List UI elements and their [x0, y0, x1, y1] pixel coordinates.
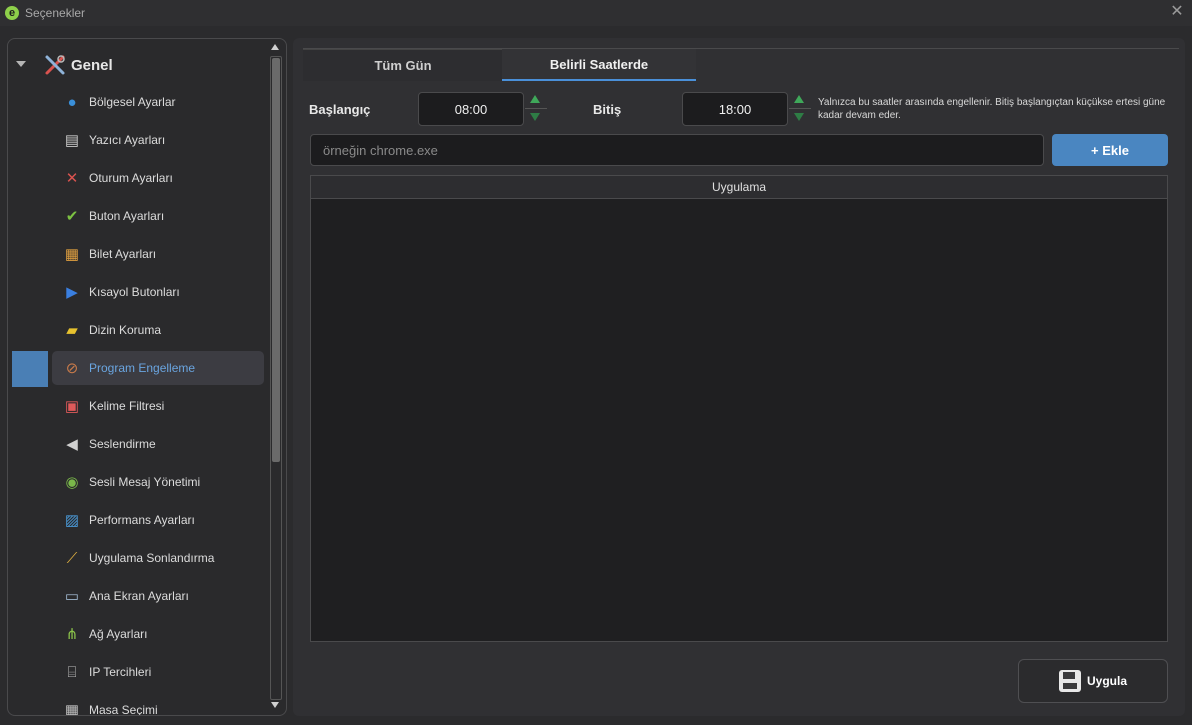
title-bar: e Seçenekler ✕ [0, 0, 1192, 26]
time-range-hint: Yalnızca bu saatler arasında engellenir.… [818, 97, 1166, 121]
scroll-down-arrow-icon[interactable] [271, 702, 279, 708]
monitor-icon: ▭ [64, 588, 80, 605]
spinner-divider [789, 108, 811, 109]
apply-button[interactable]: Uygula [1018, 659, 1168, 703]
sidebar-item-label: Dizin Koruma [89, 323, 162, 337]
sidebar-item-label: Seslendirme [89, 437, 156, 451]
sidebar-item-sesli-mesaj[interactable]: ◉ Sesli Mesaj Yönetimi [52, 465, 264, 499]
start-time-label: Başlangıç [309, 102, 371, 117]
table-header-uygulama[interactable]: Uygulama [311, 176, 1167, 199]
sidebar-item-buton-ayarlari[interactable]: ✔ Buton Ayarları [52, 199, 264, 233]
checkmark-icon: ✔ [65, 208, 79, 225]
add-button[interactable]: + Ekle [1052, 134, 1168, 166]
increment-arrow-icon[interactable] [794, 95, 804, 103]
end-time-spinner[interactable] [789, 92, 811, 126]
sidebar-item-masa[interactable]: ▦ Masa Seçimi [52, 693, 264, 716]
window-title: Seçenekler [25, 6, 86, 20]
application-table: Uygulama [310, 175, 1168, 642]
sidebar-item-program-engelleme[interactable]: ⊘ Program Engelleme [52, 351, 264, 385]
filter-icon: ▣ [64, 398, 80, 415]
increment-arrow-icon[interactable] [530, 95, 540, 103]
tab-belirli-saatlerde[interactable]: Belirli Saatlerde [502, 49, 696, 81]
sidebar-scrollbar[interactable] [269, 42, 283, 712]
scroll-track[interactable] [270, 56, 282, 700]
main-panel: Tüm Gün Belirli Saatlerde Başlangıç 08:0… [293, 38, 1185, 716]
play-icon: ▶ [66, 284, 78, 301]
sidebar-item-label: IP Tercihleri [89, 665, 152, 679]
sidebar-item-label: Buton Ayarları [89, 209, 165, 223]
sidebar-item-ip-tercihleri[interactable]: ⌸ IP Tercihleri [52, 655, 264, 689]
network-icon: ⋔ [65, 626, 79, 643]
sidebar-item-label: Oturum Ayarları [89, 171, 173, 185]
sidebar-item-oturum-ayarlari[interactable]: ✕ Oturum Ayarları [52, 161, 264, 195]
voice-message-icon: ◉ [65, 474, 79, 491]
sidebar-item-label: Ağ Ayarları [89, 627, 148, 641]
speaker-icon: ◀ [66, 436, 78, 453]
sidebar-item-label: Ana Ekran Ayarları [89, 589, 189, 603]
block-icon: ⊘ [65, 360, 79, 377]
app-logo-icon: e [5, 6, 19, 20]
start-time-spinner[interactable] [525, 92, 547, 126]
sidebar-item-bilet-ayarlari[interactable]: ▦ Bilet Ayarları [52, 237, 264, 271]
scroll-up-arrow-icon[interactable] [271, 44, 279, 50]
sidebar-item-performans-ayarlari[interactable]: ▨ Performans Ayarları [52, 503, 264, 537]
sidebar-item-ana-ekran-ayarlari[interactable]: ▭ Ana Ekran Ayarları [52, 579, 264, 613]
chevron-down-icon[interactable] [16, 61, 26, 67]
decrement-arrow-icon[interactable] [794, 113, 804, 121]
sidebar-item-uygulama-sonlandirma[interactable]: ⟋ Uygulama Sonlandırma [52, 541, 264, 575]
sidebar-item-label: Uygulama Sonlandırma [89, 551, 215, 565]
sidebar-item-seslendirme[interactable]: ◀ Seslendirme [52, 427, 264, 461]
sidebar-item-label: Yazıcı Ayarları [89, 133, 166, 147]
chart-icon: ▨ [64, 512, 80, 529]
sidebar-root-genel[interactable]: Genel [8, 47, 270, 83]
tools-icon: ✕ [65, 170, 79, 187]
sidebar-item-label: Program Engelleme [89, 361, 196, 375]
sidebar-item-bolgesel-ayarlar[interactable]: ● Bölgesel Ayarlar [52, 85, 264, 119]
tools-icon [45, 55, 65, 75]
tab-tum-gun[interactable]: Tüm Gün [303, 49, 503, 81]
sidebar-item-label: Kısayol Butonları [89, 285, 180, 299]
start-time-input[interactable]: 08:00 [418, 92, 524, 126]
sidebar-item-kisayol-butonlari[interactable]: ▶ Kısayol Butonları [52, 275, 264, 309]
broom-icon: ⟋ [66, 549, 78, 567]
printer-icon: ▤ [64, 132, 80, 149]
ip-icon: ⌸ [67, 663, 77, 681]
scroll-thumb[interactable] [272, 58, 280, 462]
spinner-divider [525, 108, 547, 109]
close-icon[interactable]: ✕ [1168, 3, 1186, 21]
sidebar-item-dizin-koruma[interactable]: ▰ Dizin Koruma [52, 313, 264, 347]
sidebar-item-kelime-filtresi[interactable]: ▣ Kelime Filtresi [52, 389, 264, 423]
sidebar-item-label: Bilet Ayarları [89, 247, 157, 261]
ticket-icon: ▦ [64, 246, 80, 263]
sidebar-item-label: Performans Ayarları [89, 513, 195, 527]
end-time-input[interactable]: 18:00 [682, 92, 788, 126]
apply-button-label: Uygula [1086, 674, 1127, 688]
sidebar-item-label: Masa Seçimi [89, 703, 158, 716]
sidebar-item-yazici-ayarlari[interactable]: ▤ Yazıcı Ayarları [52, 123, 264, 157]
grid-icon: ▦ [64, 702, 80, 716]
folder-shield-icon: ▰ [66, 322, 78, 339]
sidebar-item-label: Sesli Mesaj Yönetimi [89, 475, 201, 489]
decrement-arrow-icon[interactable] [530, 113, 540, 121]
sidebar-item-ag-ayarlari[interactable]: ⋔ Ağ Ayarları [52, 617, 264, 651]
sidebar-item-label: Bölgesel Ayarlar [89, 95, 176, 109]
save-icon [1058, 670, 1081, 692]
active-item-marker [12, 351, 48, 387]
end-time-label: Bitiş [593, 102, 622, 117]
sidebar-item-label: Kelime Filtresi [89, 399, 165, 413]
app-name-input[interactable] [310, 134, 1044, 166]
globe-icon: ● [67, 93, 77, 111]
sidebar-root-label: Genel [71, 57, 113, 74]
sidebar: Genel ● Bölgesel Ayarlar ▤ Yazıcı Ayarları ✕… [7, 38, 287, 716]
